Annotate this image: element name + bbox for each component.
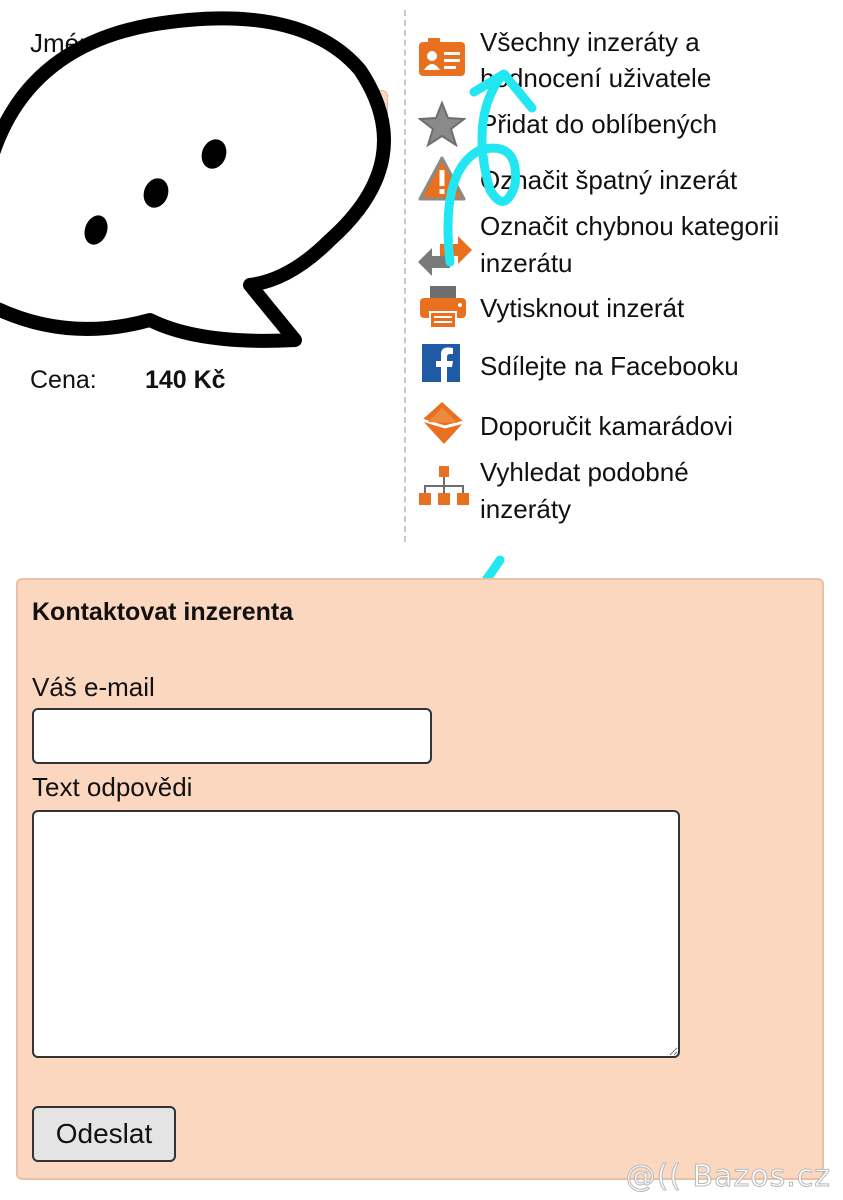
email-label: Váš e-mail	[32, 672, 155, 702]
facebook-icon	[418, 342, 468, 392]
envelope-icon	[418, 400, 468, 450]
reply-text-label: Text odpovědi	[32, 772, 193, 802]
menu-item-label-line2[interactable]: inzerátu	[480, 245, 573, 282]
contact-seller-form: Kontaktovat inzerenta Váš e-mail Text od…	[16, 578, 824, 1180]
price-row: Cena: 140 Kč	[30, 366, 226, 395]
menu-item-label[interactable]: Vyhledat podobné	[480, 454, 689, 491]
price-label: Cena:	[30, 366, 97, 394]
menu-item-label[interactable]: Přidat do oblíbených	[480, 106, 717, 143]
star-icon	[417, 100, 468, 150]
menu-item-label[interactable]: Označit špatný inzerát	[480, 162, 737, 199]
bazos-watermark: @(( Bazos.cz	[625, 1159, 831, 1195]
seller-info-box	[300, 90, 388, 146]
user-card-icon	[418, 38, 468, 88]
menu-item-label[interactable]: Vytisknout inzerát	[480, 290, 684, 327]
menu-item-label[interactable]: Doporučit kamarádovi	[480, 408, 733, 445]
ad-details: Jméno: Cena: 140 Kč	[0, 0, 400, 540]
menu-item-label[interactable]: Sdílejte na Facebooku	[480, 348, 739, 385]
sitemap-icon	[418, 466, 469, 516]
send-button[interactable]: Odeslat	[32, 1106, 176, 1162]
menu-item-label-line2[interactable]: inzeráty	[480, 491, 571, 528]
price-value: 140 Kč	[144, 366, 226, 394]
email-input[interactable]	[32, 708, 432, 764]
menu-item-label-line2[interactable]: hodnocení uživatele	[480, 60, 711, 97]
menu-item-label[interactable]: Označit chybnou kategorii	[480, 208, 779, 245]
contact-form-title: Kontaktovat inzerenta	[32, 598, 294, 626]
menu-item-label[interactable]: Všechny inzeráty a	[480, 24, 700, 61]
arrows-icon	[418, 236, 472, 286]
reply-textarea[interactable]	[32, 810, 680, 1058]
printer-icon	[418, 286, 468, 336]
column-divider	[404, 10, 406, 542]
warning-icon	[418, 156, 468, 206]
seller-name-label: Jméno:	[30, 28, 116, 58]
